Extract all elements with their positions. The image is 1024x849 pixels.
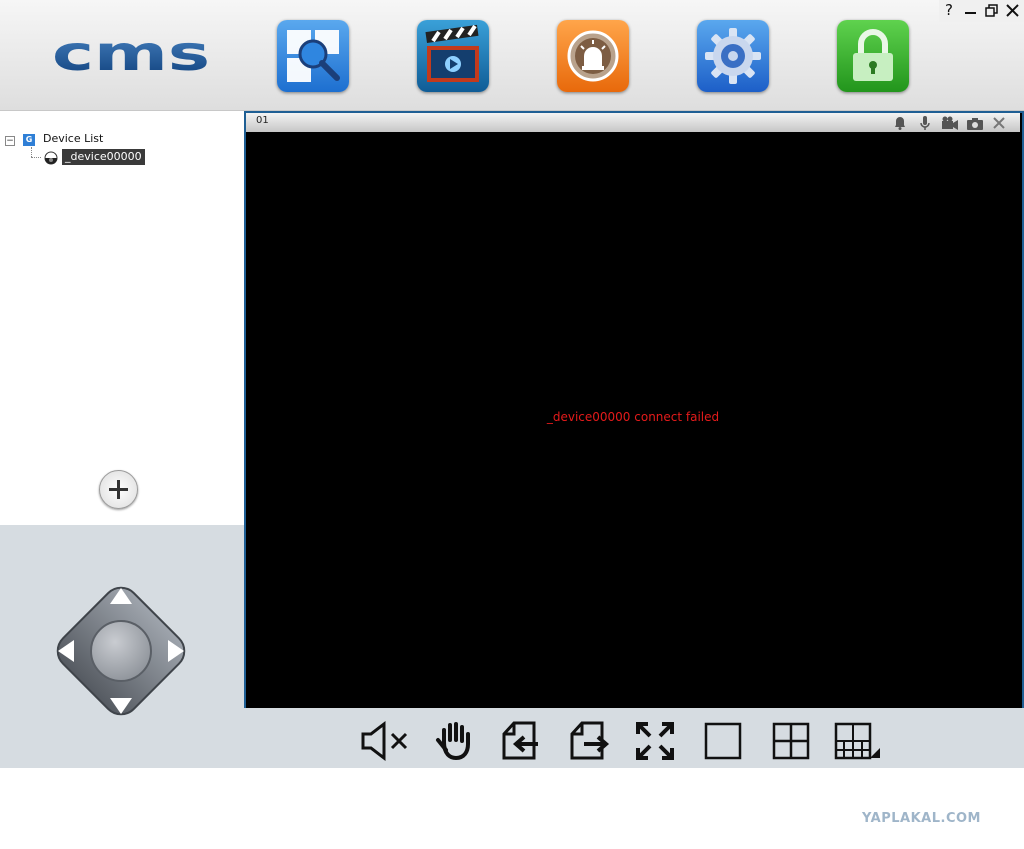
restore-icon [985,4,998,17]
plus-icon [109,480,128,499]
magnifier-icon [287,30,340,82]
mute-button[interactable] [360,720,408,762]
help-button[interactable]: ? [939,0,960,22]
multi-view-icon [834,722,880,760]
playback-tool-button[interactable] [417,20,489,92]
single-view-button[interactable] [702,720,744,762]
camera-dome-icon [44,151,58,165]
close-button[interactable] [1002,0,1023,22]
quad-view-icon [772,722,810,760]
device-group-icon: G [23,134,35,146]
channel-number: 01 [256,115,269,126]
close-icon [1006,4,1019,17]
connection-status-message: _device00000 connect failed [546,410,720,424]
padlock-icon [853,29,893,81]
logo-text: cms [52,36,210,76]
tree-connector [31,147,32,157]
ptz-center-button[interactable] [90,620,152,682]
close-icon [993,117,1005,129]
device-list-label[interactable]: Device List [43,132,103,145]
alarm-light-icon [567,30,619,82]
talk-toggle-button[interactable] [917,115,933,131]
next-page-icon [570,721,610,760]
quad-view-button[interactable] [770,720,812,762]
snapshot-camera-icon [967,118,983,130]
alarm-toggle-button[interactable] [892,115,908,131]
tree-expand-toggle[interactable]: − [5,136,15,146]
lock-tool-button[interactable] [837,20,909,92]
single-view-icon [704,722,742,760]
stop-hand-icon [436,722,470,761]
clapperboard-icon [425,24,479,82]
video-camera-icon [942,116,958,130]
alarm-tool-button[interactable] [557,20,629,92]
previous-page-icon [502,721,538,760]
mute-icon [361,720,408,762]
record-toggle-button[interactable] [941,115,958,131]
settings-tool-button[interactable] [697,20,769,92]
bell-icon [895,117,905,130]
restore-button[interactable] [981,0,1002,22]
tree-connector [31,157,41,158]
next-page-button[interactable] [568,720,610,762]
device-tree-panel [0,111,244,525]
fullscreen-button[interactable] [634,720,676,762]
snapshot-button[interactable] [966,115,983,131]
tree-item-device[interactable]: _device00000 [62,149,145,165]
ptz-direction-pad [56,586,186,716]
minimize-button[interactable] [960,0,981,22]
cms-logo: cms [52,36,210,76]
search-tool-button[interactable] [277,20,349,92]
microphone-icon [920,116,930,130]
window-controls: ? [939,0,1024,22]
help-icon: ? [945,1,953,19]
minimize-icon [965,12,976,14]
watermark: YAPLAKAL.COM [862,811,981,826]
multi-view-button[interactable] [834,720,880,762]
add-device-button[interactable] [99,470,138,509]
close-channel-button[interactable] [991,115,1007,131]
gear-icon [705,28,761,84]
stop-all-button[interactable] [434,720,476,762]
previous-page-button[interactable] [500,720,542,762]
fullscreen-icon [636,722,674,760]
